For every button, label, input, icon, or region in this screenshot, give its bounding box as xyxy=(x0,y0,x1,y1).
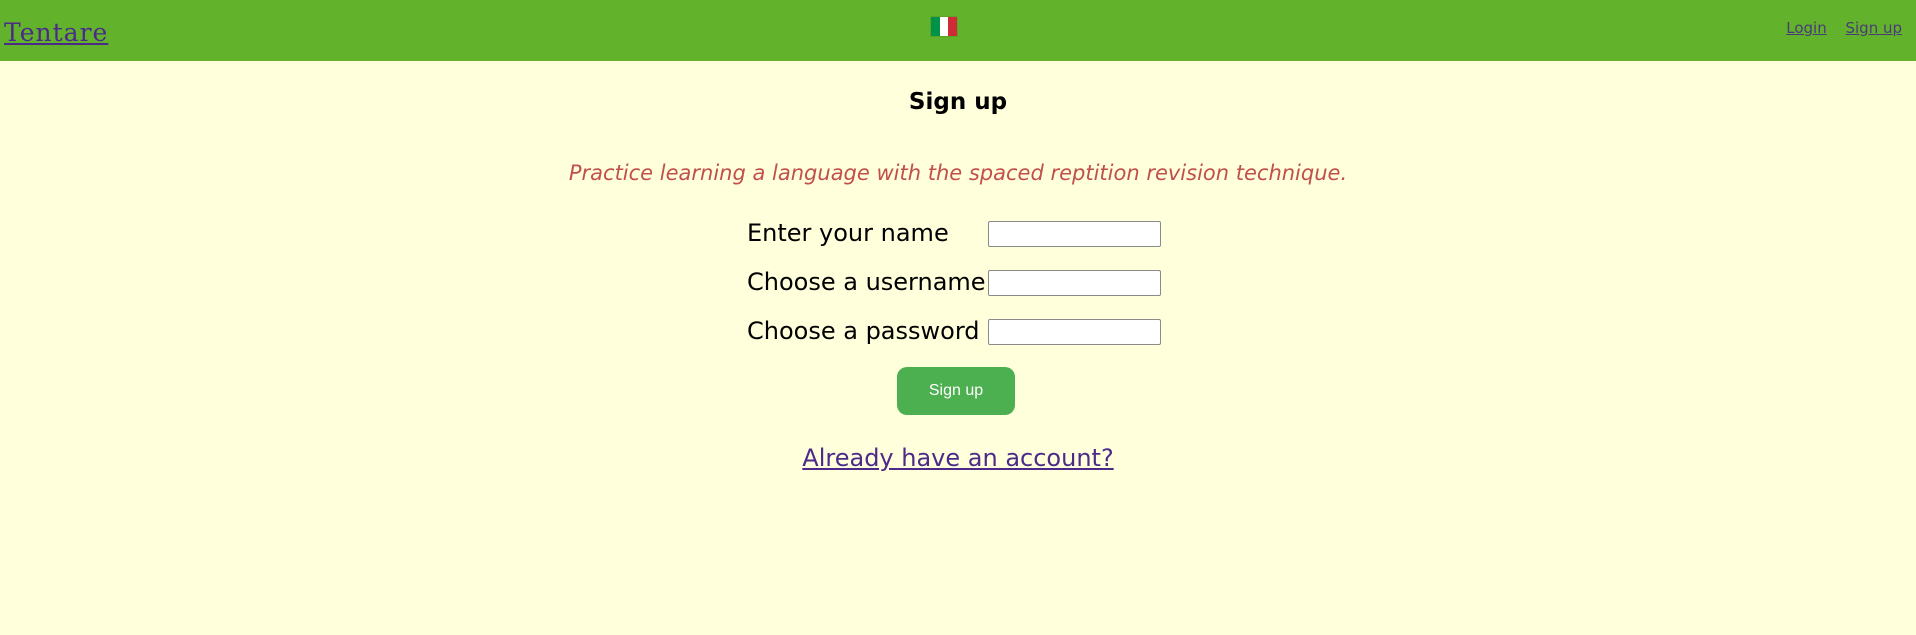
flag-stripe-red xyxy=(948,17,958,36)
page-title: Sign up xyxy=(908,89,1008,115)
tagline: Practice learning a language with the sp… xyxy=(568,161,1348,185)
login-link[interactable]: Login xyxy=(1786,19,1826,37)
username-label: Choose a username xyxy=(747,268,986,296)
password-field[interactable] xyxy=(988,319,1161,345)
brand-link[interactable]: Tentare xyxy=(4,18,108,47)
signup-button[interactable]: Sign up xyxy=(897,367,1015,415)
signup-nav-link[interactable]: Sign up xyxy=(1845,19,1902,37)
flag-stripe-green xyxy=(931,17,940,36)
username-field[interactable] xyxy=(988,270,1161,296)
already-have-account-link[interactable]: Already have an account? xyxy=(802,444,1113,472)
account-link-wrap: Already have an account? xyxy=(0,444,1916,472)
name-label: Enter your name xyxy=(747,219,949,247)
italian-flag-icon xyxy=(931,17,958,36)
nav-links: Login Sign up xyxy=(1772,19,1902,37)
username-row: Choose a username xyxy=(747,268,1167,298)
flag-stripe-white xyxy=(939,17,949,36)
name-field[interactable] xyxy=(988,221,1161,247)
password-label: Choose a password xyxy=(747,317,980,345)
top-nav-bar: Tentare Login Sign up xyxy=(0,0,1916,61)
name-row: Enter your name xyxy=(747,219,1167,249)
password-row: Choose a password xyxy=(747,317,1167,347)
